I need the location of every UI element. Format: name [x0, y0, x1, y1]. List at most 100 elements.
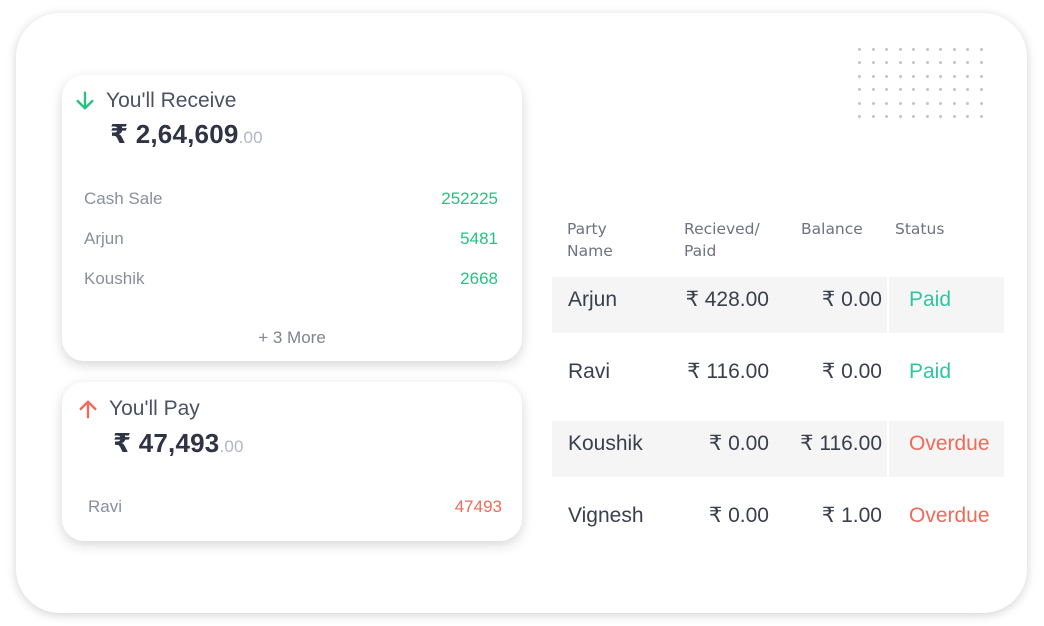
cell-received: ₹ 428.00 [685, 288, 769, 311]
decorative-dot [871, 114, 875, 118]
decorative-dot [885, 74, 888, 78]
decorative-dot [952, 114, 956, 118]
table-row[interactable]: Ravi ₹ 116.00 ₹ 0.00 Paid [552, 349, 1004, 421]
header-text: Name [567, 242, 613, 260]
receive-entry-row[interactable]: Koushik 2668 [84, 269, 498, 289]
decorative-dot-grid [858, 48, 988, 120]
decorative-dot [871, 88, 875, 92]
receive-title: You'll Receive [106, 89, 237, 112]
decorative-dot [979, 88, 983, 92]
entry-name: Ravi [88, 497, 123, 516]
decorative-dot [912, 88, 915, 92]
table-row[interactable]: Arjun ₹ 428.00 ₹ 0.00 Paid [552, 277, 1004, 349]
receive-summary-card: You'll Receive ₹ 2,64,609.00 Cash Sale 2… [62, 75, 522, 361]
cell-party: Arjun [568, 288, 618, 311]
decorative-dot [858, 101, 861, 105]
table-row[interactable]: Vignesh ₹ 0.00 ₹ 1.00 Overdue [552, 493, 1004, 565]
entry-value: 2668 [460, 269, 498, 288]
cell-received: ₹ 116.00 [687, 360, 769, 383]
decorative-dot [858, 48, 861, 51]
header-text: Party [567, 220, 607, 238]
decorative-dot [912, 48, 915, 51]
decorative-dot [912, 74, 915, 78]
header-text: Recieved/ [684, 220, 760, 238]
decorative-dot [939, 74, 942, 78]
decorative-dot [885, 88, 888, 92]
decorative-dot [939, 88, 942, 92]
decorative-dot [966, 61, 969, 65]
entry-name: Cash Sale [84, 189, 163, 208]
decorative-dot [858, 61, 861, 65]
decorative-dot [952, 88, 956, 92]
decorative-dot [885, 48, 888, 51]
decorative-dot [952, 61, 956, 65]
pay-entry-row[interactable]: Ravi 47493 [88, 497, 502, 517]
decorative-dot [925, 74, 929, 78]
entry-value: 47493 [454, 497, 502, 516]
header-received-paid: Recieved/ Paid [684, 218, 760, 262]
cell-balance: ₹ 0.00 [821, 288, 882, 311]
decorative-dot [871, 61, 875, 65]
decorative-dot [939, 101, 942, 105]
cell-balance: ₹ 0.00 [821, 360, 882, 383]
receive-entry-row[interactable]: Cash Sale 252225 [84, 189, 498, 209]
pay-title: You'll Pay [109, 397, 200, 420]
receive-entry-row[interactable]: Arjun 5481 [84, 229, 498, 249]
decorative-dot [912, 114, 915, 118]
decorative-dot [871, 101, 875, 105]
decorative-dot [898, 48, 902, 51]
arrow-up-icon [79, 400, 97, 419]
party-status-table: Party Name Recieved/ Paid Balance Status… [552, 215, 1004, 565]
decorative-dot [885, 101, 888, 105]
decorative-dot [966, 74, 969, 78]
table-header: Party Name Recieved/ Paid Balance Status [552, 215, 1004, 277]
decorative-dot [979, 101, 983, 105]
decorative-dot [952, 48, 956, 51]
decorative-dot [979, 114, 983, 118]
pay-amount-decimals: .00 [219, 437, 244, 456]
cell-status-overdue: Overdue [909, 504, 990, 527]
entry-name: Arjun [84, 229, 124, 248]
header-party-name: Party Name [567, 218, 613, 262]
cell-received: ₹ 0.00 [708, 504, 769, 527]
decorative-dot [939, 61, 942, 65]
decorative-dot [952, 74, 956, 78]
decorative-dot [898, 74, 902, 78]
entry-name: Koushik [84, 269, 145, 288]
cell-status-paid: Paid [909, 360, 952, 383]
cell-party: Ravi [568, 360, 611, 383]
decorative-dot [898, 88, 902, 92]
decorative-dot [966, 88, 969, 92]
decorative-dot [966, 114, 969, 118]
header-status: Status [895, 220, 945, 238]
decorative-dot [871, 74, 875, 78]
decorative-dot [966, 48, 969, 51]
decorative-dot [952, 101, 956, 105]
entry-value: 5481 [460, 229, 498, 248]
decorative-dot [925, 101, 929, 105]
entry-value: 252225 [441, 189, 498, 208]
decorative-dot [925, 48, 929, 51]
decorative-dot [858, 114, 861, 118]
pay-summary-card: You'll Pay ₹ 47,493.00 Ravi 47493 [62, 382, 522, 541]
decorative-dot [858, 74, 861, 78]
pay-amount-main: ₹ 47,493 [113, 428, 220, 458]
decorative-dot [898, 61, 902, 65]
show-more-link[interactable]: + 3 More [62, 328, 522, 348]
decorative-dot [871, 48, 875, 51]
decorative-dot [885, 114, 888, 118]
cell-party: Koushik [568, 432, 643, 455]
receive-amount-decimals: .00 [238, 128, 263, 147]
table-row[interactable]: Koushik ₹ 0.00 ₹ 116.00 Overdue [552, 421, 1004, 493]
cell-status-overdue: Overdue [909, 432, 990, 455]
header-balance: Balance [801, 220, 863, 238]
decorative-dot [885, 61, 888, 65]
decorative-dot [925, 61, 929, 65]
arrow-down-icon [76, 91, 94, 110]
decorative-dot [912, 61, 915, 65]
cell-received: ₹ 0.00 [708, 432, 769, 455]
cell-status-paid: Paid [909, 288, 952, 311]
decorative-dot [939, 114, 942, 118]
cell-balance: ₹ 1.00 [821, 504, 882, 527]
decorative-dot [912, 101, 915, 105]
